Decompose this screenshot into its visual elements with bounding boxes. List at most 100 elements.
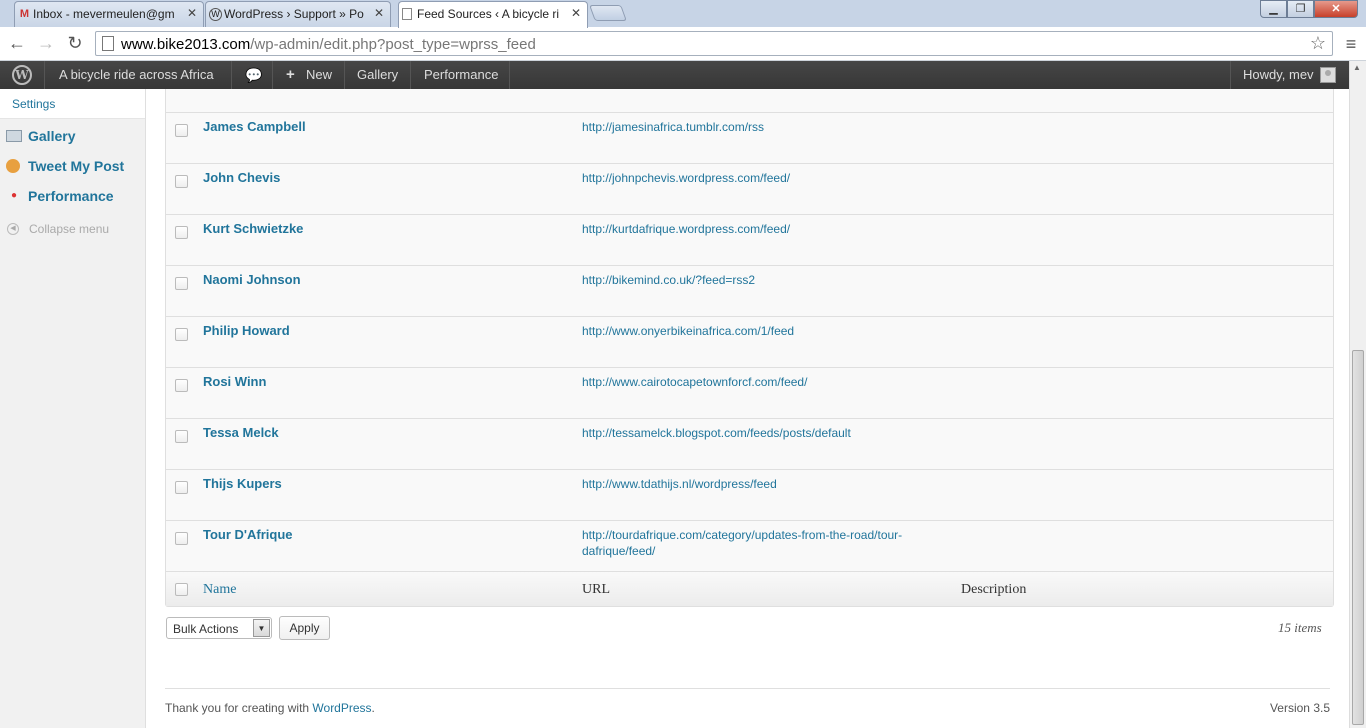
table-row: Rosi Winn http://www.cairotocapetownforc… [166,367,1333,418]
tab-feed-sources[interactable]: Feed Sources ‹ A bicycle ri ✕ [398,1,588,28]
row-checkbox[interactable] [175,379,188,392]
tweet-icon [6,159,20,173]
feed-name-link[interactable]: Tessa Melck [203,425,279,440]
browser-menu-icon[interactable]: ≡ [1340,33,1362,55]
column-header-url: URL [582,582,610,597]
table-row: Tour D'Afrique http://tourdafrique.com/c… [166,520,1333,571]
wordpress-logo-icon[interactable]: W [12,65,32,85]
feed-url: http://johnpchevis.wordpress.com/feed/ [582,171,791,185]
scroll-up-icon[interactable]: ▲ [1353,63,1361,72]
select-all-checkbox[interactable] [175,583,188,596]
browser-tab-strip: M Inbox - mevermeulen@gm ✕ W WordPress ›… [0,0,1366,28]
new-tab-button[interactable] [589,5,627,21]
wordpress-link[interactable]: WordPress [312,701,371,715]
new-content-link[interactable]: New [306,61,332,89]
items-count: 15 items [1278,620,1322,635]
row-checkbox[interactable] [175,277,188,290]
feed-name-link[interactable]: Tour D'Afrique [203,527,293,542]
close-tab-icon[interactable]: ✕ [187,6,197,20]
table-row: John Chevis http://johnpchevis.wordpress… [166,163,1333,214]
dropdown-arrow-icon: ▼ [253,619,270,637]
feed-name-link[interactable]: Naomi Johnson [203,272,301,287]
site-name-link[interactable]: A bicycle ride across Africa [59,61,214,89]
tab-gmail[interactable]: M Inbox - mevermeulen@gm ✕ [14,1,204,27]
comments-icon[interactable]: 💬 [245,61,262,89]
feed-sources-table: James Campbell http://jamesinafrica.tumb… [165,89,1334,607]
scrollbar-thumb[interactable] [1352,350,1364,725]
row-checkbox[interactable] [175,124,188,137]
table-row: Tessa Melck http://tessamelck.blogspot.c… [166,418,1333,469]
browser-toolbar: ← → ↻ www.bike2013.com/wp-admin/edit.php… [0,27,1366,61]
avatar[interactable] [1320,67,1336,83]
feed-url: http://kurtdafrique.wordpress.com/feed/ [582,222,791,236]
feed-name-link[interactable]: Thijs Kupers [203,476,282,491]
table-row: Naomi Johnson http://bikemind.co.uk/?fee… [166,265,1333,316]
feed-url: http://tessamelck.blogspot.com/feeds/pos… [582,426,851,440]
table-row: Philip Howard http://www.onyerbikeinafri… [166,316,1333,367]
row-checkbox[interactable] [175,481,188,494]
page-scrollbar[interactable]: ▲ [1349,61,1366,728]
collapse-menu-button[interactable]: ◀ Collapse menu [0,217,145,241]
row-checkbox[interactable] [175,226,188,239]
sidebar-item-settings[interactable]: Settings [0,89,145,119]
forward-arrow-icon[interactable]: → [35,32,57,54]
maximize-icon[interactable]: ❐ [1287,0,1314,18]
feed-url: http://www.cairotocapetownforcf.com/feed… [582,375,808,389]
table-row: James Campbell http://jamesinafrica.tumb… [166,112,1333,163]
page-icon [402,8,412,20]
divider [231,61,232,89]
feed-url: http://tourdafrique.com/category/updates… [582,528,903,558]
window-controls: ▁ ❐ ✕ [1260,0,1358,18]
footer-thanks: Thank you for creating with WordPress. [165,701,375,715]
row-checkbox[interactable] [175,532,188,545]
bookmark-star-icon[interactable]: ☆ [1310,33,1326,54]
feed-name-link[interactable]: Philip Howard [203,323,290,338]
performance-link[interactable]: Performance [424,61,498,89]
wp-admin-bar: W A bicycle ride across Africa 💬 + New G… [0,61,1349,89]
tab-wordpress-support[interactable]: W WordPress › Support » Po ✕ [205,1,391,27]
divider [44,61,45,89]
admin-sidebar: Settings Gallery Tweet My Post ● Perform… [0,89,146,728]
divider [1230,61,1231,89]
reload-icon[interactable]: ↻ [64,32,86,54]
wordpress-icon: W [209,8,222,21]
table-footer-header: Name URL Description [166,571,1333,606]
close-window-icon[interactable]: ✕ [1314,0,1358,18]
sidebar-item-tweet-my-post[interactable]: Tweet My Post [0,151,145,181]
sidebar-item-gallery[interactable]: Gallery [0,121,145,151]
page-icon [102,36,114,51]
feed-name-link[interactable]: Rosi Winn [203,374,266,389]
row-checkbox[interactable] [175,430,188,443]
back-arrow-icon[interactable]: ← [6,32,28,54]
divider [509,61,510,89]
row-checkbox[interactable] [175,175,188,188]
address-url: www.bike2013.com/wp-admin/edit.php?post_… [121,36,536,53]
divider [272,61,273,89]
column-header-name[interactable]: Name [203,582,236,598]
close-tab-icon[interactable]: ✕ [374,6,384,20]
address-bar[interactable]: www.bike2013.com/wp-admin/edit.php?post_… [95,31,1333,56]
feed-name-link[interactable]: Kurt Schwietzke [203,221,303,236]
feed-url: http://bikemind.co.uk/?feed=rss2 [582,273,756,287]
close-tab-icon[interactable]: ✕ [571,6,581,20]
feed-url: http://jamesinafrica.tumblr.com/rss [582,120,765,134]
divider [344,61,345,89]
collapse-arrow-icon: ◀ [7,223,19,235]
plus-icon[interactable]: + [286,61,295,89]
feed-url: http://www.onyerbikeinafrica.com/1/feed [582,324,795,338]
gallery-icon [6,130,22,142]
bulk-actions-select[interactable]: Bulk Actions ▼ [166,617,272,639]
howdy-user-link[interactable]: Howdy, mev [1243,61,1314,89]
wp-footer: Thank you for creating with WordPress. V… [165,688,1330,728]
gallery-link[interactable]: Gallery [357,61,398,89]
row-checkbox[interactable] [175,328,188,341]
column-header-description: Description [961,582,1027,597]
apply-button[interactable]: Apply [279,616,330,640]
feed-name-link[interactable]: John Chevis [203,170,280,185]
divider [410,61,411,89]
table-row: Kurt Schwietzke http://kurtdafrique.word… [166,214,1333,265]
performance-icon: ● [10,190,18,201]
sidebar-item-performance[interactable]: ● Performance [0,181,145,211]
feed-name-link[interactable]: James Campbell [203,119,306,134]
minimize-icon[interactable]: ▁ [1260,0,1287,18]
